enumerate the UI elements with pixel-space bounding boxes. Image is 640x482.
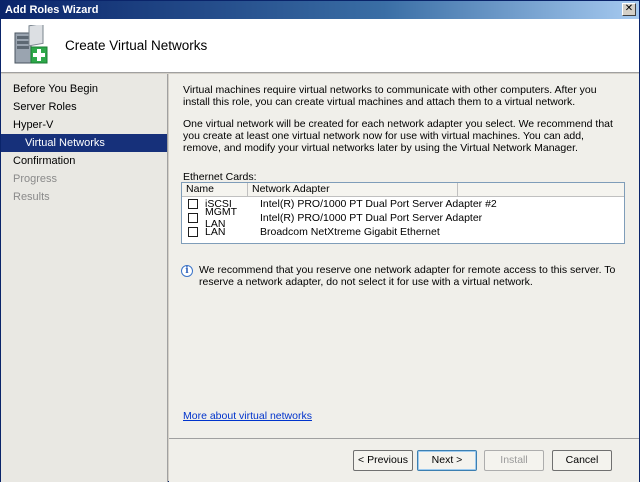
column-header-adapter[interactable]: Network Adapter (248, 183, 458, 197)
description-paragraph: One virtual network will be created for … (183, 118, 613, 154)
close-button[interactable]: ✕ (622, 3, 636, 16)
window-title: Add Roles Wizard (5, 4, 99, 16)
intro-paragraph: Virtual machines require virtual network… (183, 84, 597, 108)
nav-item-confirmation[interactable]: Confirmation (1, 152, 167, 170)
checkbox-mgmt-lan[interactable] (188, 213, 198, 223)
table-row[interactable]: MGMT LAN Intel(R) PRO/1000 PT Dual Port … (182, 206, 624, 230)
ethernet-cards-table: Name Network Adapter iSCSI Intel(R) PRO/… (181, 182, 625, 244)
checkbox-iscsi[interactable] (188, 199, 198, 209)
adapter-description: Broadcom NetXtreme Gigabit Ethernet (260, 226, 440, 238)
info-note: i We recommend that you reserve one netw… (181, 264, 625, 288)
wizard-footer: < Previous Next > Install Cancel (169, 438, 639, 482)
main-content: Virtual machines require virtual network… (169, 74, 639, 438)
install-button: Install (484, 450, 544, 471)
checkbox-lan[interactable] (188, 227, 198, 237)
info-icon: i (181, 265, 193, 277)
table-header: Name Network Adapter (182, 183, 624, 197)
nav-item-progress: Progress (13, 173, 58, 185)
column-header-name[interactable]: Name (182, 183, 248, 197)
next-button[interactable]: Next > (417, 450, 477, 471)
column-header-filler (458, 183, 624, 197)
wizard-window: Add Roles Wizard ✕ Create Virtual Networ… (0, 0, 640, 482)
nav-item-server-roles[interactable]: Server Roles (1, 98, 167, 116)
wizard-header: Create Virtual Networks (1, 19, 639, 73)
info-text: We recommend that you reserve one networ… (199, 264, 616, 288)
nav-item-before-you-begin[interactable]: Before You Begin (1, 80, 167, 98)
nav-item-hyper-v[interactable]: Hyper-V (1, 116, 167, 134)
table-row[interactable]: LAN Broadcom NetXtreme Gigabit Ethernet (182, 225, 624, 239)
nav-item-results: Results (13, 191, 50, 203)
page-title: Create Virtual Networks (65, 38, 208, 53)
more-about-virtual-networks-link[interactable]: More about virtual networks (183, 410, 312, 422)
previous-button[interactable]: < Previous (353, 450, 413, 471)
server-add-icon (14, 25, 48, 64)
nav-item-virtual-networks[interactable]: Virtual Networks (1, 134, 167, 152)
title-bar[interactable]: Add Roles Wizard ✕ (1, 1, 639, 19)
adapter-description: Intel(R) PRO/1000 PT Dual Port Server Ad… (260, 212, 483, 224)
adapter-name: LAN (205, 226, 226, 238)
wizard-nav: Before You Begin Server Roles Hyper-V Vi… (1, 74, 168, 482)
cancel-button[interactable]: Cancel (552, 450, 612, 471)
adapter-description: Intel(R) PRO/1000 PT Dual Port Server Ad… (260, 198, 497, 210)
